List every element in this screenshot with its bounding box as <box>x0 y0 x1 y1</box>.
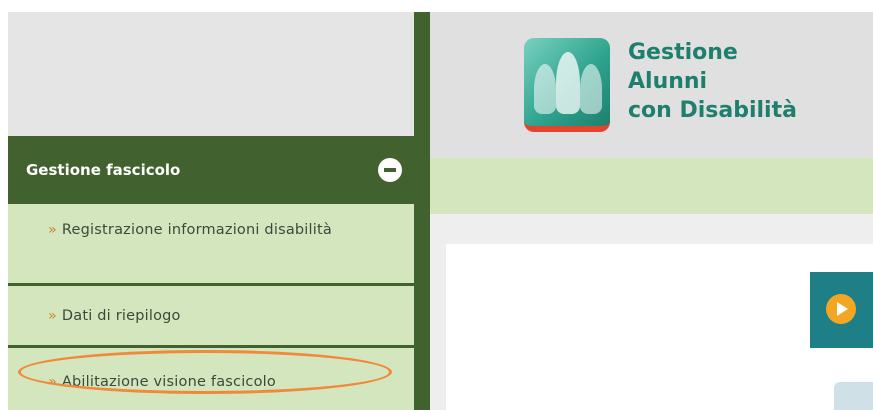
app-title-line: con Disabilità <box>628 98 797 123</box>
sidebar-divider <box>414 12 430 410</box>
chevron-icon: » <box>48 374 62 390</box>
chevron-icon: » <box>48 308 62 324</box>
document-icon[interactable] <box>834 382 873 410</box>
header-band <box>430 158 873 214</box>
content-panel <box>446 244 873 410</box>
sidebar-section-header[interactable]: Gestione fascicolo <box>8 136 414 204</box>
sidebar-item-registrazione[interactable]: » Registrazione informazioni disabilità <box>8 204 414 286</box>
chevron-icon: » <box>48 222 62 238</box>
app-title-line: Gestione <box>628 40 738 65</box>
collapse-icon[interactable] <box>378 158 402 182</box>
people-logo-icon <box>524 38 610 132</box>
app-title-line: Alunni <box>628 69 708 94</box>
sidebar-item-dati-riepilogo[interactable]: » Dati di riepilogo <box>8 286 414 348</box>
sidebar-top-area <box>8 12 414 136</box>
app-title: Gestione Alunni con Disabilità <box>628 38 797 125</box>
play-icon[interactable] <box>826 294 856 324</box>
sidebar-item-label: Registrazione informazioni disabilità <box>61 222 332 238</box>
section-title: Gestione fascicolo <box>26 161 181 179</box>
sidebar-item-abilitazione[interactable]: » Abilitazione visione fascicolo <box>8 348 414 410</box>
app-frame: Gestione fascicolo » Registrazione infor… <box>8 12 873 410</box>
sidebar-item-label: Dati di riepilogo <box>61 308 181 324</box>
app-header: Gestione Alunni con Disabilità <box>430 12 873 158</box>
sidebar-item-label: Abilitazione visione fascicolo <box>61 374 276 390</box>
media-tile[interactable] <box>810 272 873 348</box>
